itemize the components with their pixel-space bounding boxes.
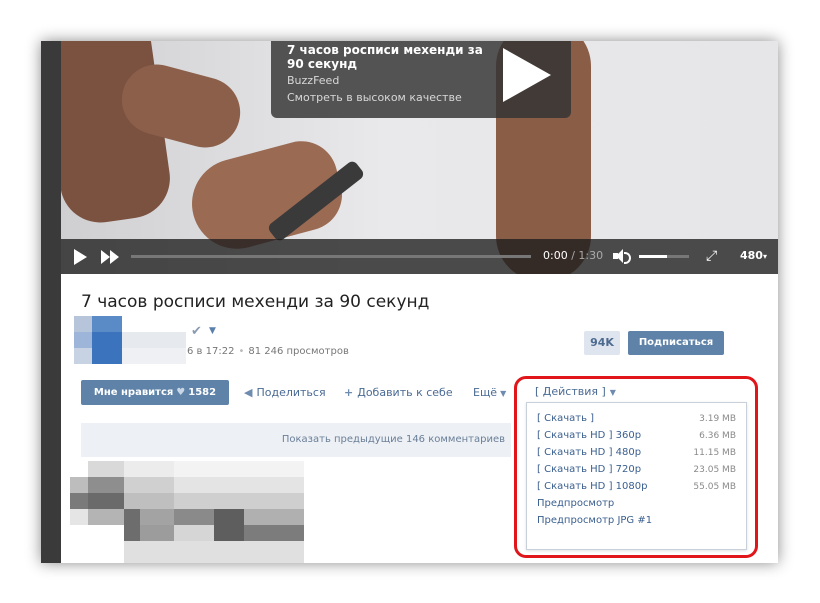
share-button[interactable]: ◀ Поделиться bbox=[244, 386, 326, 399]
time-display: 0:00 / 1:30 bbox=[543, 249, 603, 262]
view-count: 81 246 просмотров bbox=[248, 346, 349, 357]
add-to-mine-button[interactable]: + Добавить к себе bbox=[344, 386, 453, 399]
show-previous-comments[interactable]: Показать предыдущие 146 комментариев bbox=[81, 423, 511, 457]
left-sidebar-strip bbox=[41, 41, 61, 563]
download-size: 23.05 MB bbox=[693, 465, 736, 475]
plus-icon: + bbox=[344, 386, 354, 399]
next-icon[interactable] bbox=[101, 250, 121, 264]
like-button[interactable]: Мне нравится ♥ 1582 bbox=[81, 380, 229, 405]
post-date: 6 в 17:22 bbox=[187, 346, 235, 357]
screenshot-frame: 7 часов росписи мехенди за 90 секунд Buz… bbox=[41, 41, 778, 563]
quality-value: 480 bbox=[740, 249, 763, 262]
video-info-overlay[interactable]: 7 часов росписи мехенди за 90 секунд Buz… bbox=[271, 41, 571, 118]
volume-icon[interactable] bbox=[613, 249, 631, 264]
video-player[interactable]: 7 часов росписи мехенди за 90 секунд Buz… bbox=[61, 41, 778, 274]
chevron-down-icon: ▼ bbox=[500, 389, 507, 398]
overlay-title[interactable]: 7 часов росписи мехенди за 90 секунд bbox=[287, 43, 487, 71]
overlay-channel[interactable]: BuzzFeed bbox=[287, 74, 339, 87]
share-label: Поделиться bbox=[256, 386, 326, 399]
download-size: 3.19 MB bbox=[699, 414, 736, 424]
time-separator: / bbox=[567, 249, 579, 262]
more-button[interactable]: Ещё ▼ bbox=[473, 386, 506, 399]
big-play-icon[interactable] bbox=[503, 48, 551, 102]
channel-avatar[interactable] bbox=[74, 316, 186, 364]
chevron-down-icon: ▾ bbox=[762, 252, 767, 261]
time-total: 1:30 bbox=[578, 249, 604, 262]
heart-icon: ♥ bbox=[176, 387, 186, 398]
progress-bar[interactable] bbox=[131, 255, 531, 258]
actions-label: [ Действия ] bbox=[535, 385, 606, 398]
more-label: Ещё bbox=[473, 386, 498, 399]
actions-dropdown-toggle[interactable]: [ Действия ] ▼ bbox=[535, 385, 616, 398]
like-count: 1582 bbox=[188, 387, 217, 398]
actions-dropdown-menu: [ Скачать ] 3.19 MB [ Скачать HD ] 360p … bbox=[526, 402, 747, 550]
overlay-hq-link[interactable]: Смотреть в высоком качестве bbox=[287, 91, 462, 104]
verified-check-icon: ✔ bbox=[191, 324, 202, 339]
download-size: 55.05 MB bbox=[693, 482, 736, 492]
fullscreen-icon[interactable]: ⤢ bbox=[706, 249, 720, 263]
download-size: 6.36 MB bbox=[699, 431, 736, 441]
video-controls-bar: 0:00 / 1:30 ⤢ 480▾ bbox=[61, 239, 778, 274]
download-1080p-item[interactable]: [ Скачать HD ] 1080p bbox=[537, 481, 647, 492]
quality-selector[interactable]: 480▾ bbox=[740, 249, 767, 262]
download-360p-item[interactable]: [ Скачать HD ] 360p bbox=[537, 430, 641, 441]
download-480p-item[interactable]: [ Скачать HD ] 480p bbox=[537, 447, 641, 458]
volume-fill bbox=[639, 255, 667, 258]
download-item[interactable]: [ Скачать ] bbox=[537, 413, 594, 424]
caret-down-icon[interactable]: ▼ bbox=[209, 326, 216, 336]
download-size: 11.15 MB bbox=[693, 448, 736, 458]
add-label: Добавить к себе bbox=[357, 386, 453, 399]
separator-dot: • bbox=[238, 346, 245, 357]
preview-item[interactable]: Предпросмотр bbox=[537, 498, 614, 509]
video-meta: 6 в 17:22 • 81 246 просмотров bbox=[187, 346, 349, 357]
time-current: 0:00 bbox=[543, 249, 568, 262]
video-title: 7 часов росписи мехенди за 90 секунд bbox=[81, 292, 430, 312]
preview-jpg-item[interactable]: Предпросмотр JPG #1 bbox=[537, 515, 652, 526]
volume-slider[interactable] bbox=[639, 255, 689, 258]
play-icon[interactable] bbox=[74, 249, 87, 265]
subscribe-button[interactable]: Подписаться bbox=[628, 331, 724, 355]
like-label: Мне нравится bbox=[93, 387, 174, 398]
pixelated-comment bbox=[70, 461, 318, 563]
subscribers-count: 94K bbox=[584, 331, 620, 355]
megaphone-icon: ◀ bbox=[244, 386, 253, 399]
download-720p-item[interactable]: [ Скачать HD ] 720p bbox=[537, 464, 641, 475]
chevron-down-icon: ▼ bbox=[609, 388, 616, 397]
